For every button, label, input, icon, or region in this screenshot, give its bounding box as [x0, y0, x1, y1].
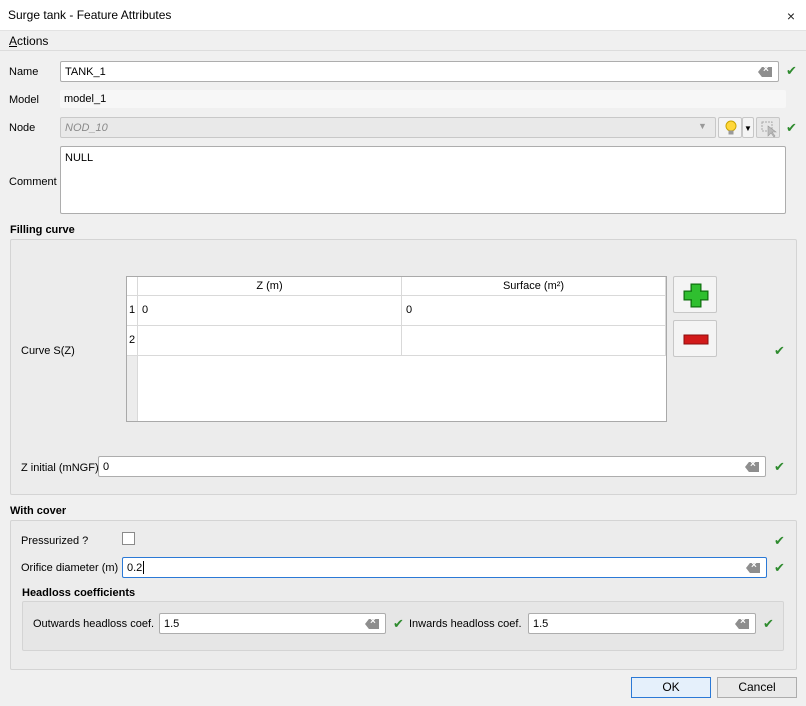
add-row-icon: [683, 283, 709, 308]
outwards-label: Outwards headloss coef.: [33, 618, 155, 630]
menu-actions[interactable]: Actions: [9, 34, 48, 48]
check-icon: ✔: [786, 120, 797, 135]
highlight-menu-button[interactable]: ▼: [742, 117, 754, 138]
window-title: Surge tank - Feature Attributes: [8, 8, 172, 22]
curve-label: Curve S(Z): [21, 345, 75, 357]
identify-node-button[interactable]: [756, 117, 780, 138]
filling-curve-title: Filling curve: [10, 224, 75, 236]
check-icon: ✔: [786, 63, 797, 78]
title-bar: Surge tank - Feature Attributes ×: [0, 0, 806, 31]
z-initial-input[interactable]: 0: [98, 456, 766, 477]
row-header[interactable]: 2: [127, 326, 138, 356]
close-icon[interactable]: ×: [781, 6, 801, 26]
remove-row-icon: [683, 334, 709, 345]
comment-textarea[interactable]: NULL: [60, 146, 786, 214]
clear-icon[interactable]: [365, 619, 379, 629]
inwards-value: 1.5: [533, 617, 549, 630]
model-value: model_1: [64, 93, 107, 105]
chevron-down-icon: ▼: [698, 121, 707, 131]
column-header-z[interactable]: Z (m): [138, 277, 402, 296]
clear-icon[interactable]: [758, 67, 772, 77]
outwards-input[interactable]: 1.5: [159, 613, 386, 634]
check-icon: ✔: [763, 616, 774, 631]
node-combobox[interactable]: NOD_10 ▼: [60, 117, 716, 138]
table-cell[interactable]: 0: [402, 296, 666, 326]
pressurized-label: Pressurized ?: [21, 535, 89, 547]
name-input[interactable]: TANK_1: [60, 61, 779, 82]
menu-actions-label: ctions: [17, 34, 49, 48]
check-icon: ✔: [393, 616, 404, 631]
menu-bar: Actions: [0, 31, 806, 51]
highlight-node-button[interactable]: [718, 117, 742, 138]
inwards-input[interactable]: 1.5: [528, 613, 756, 634]
with-cover-title: With cover: [10, 505, 67, 517]
row-header[interactable]: 1: [127, 296, 138, 326]
z-initial-value: 0: [103, 460, 110, 473]
cancel-button[interactable]: Cancel: [717, 677, 797, 698]
node-label: Node: [9, 122, 36, 134]
headloss-title: Headloss coefficients: [22, 587, 136, 599]
check-icon: ✔: [774, 343, 785, 358]
comment-value: NULL: [65, 152, 94, 164]
comment-label: Comment: [9, 176, 57, 188]
outwards-value: 1.5: [164, 617, 180, 630]
check-icon: ✔: [774, 459, 785, 474]
orifice-label: Orifice diameter (m): [21, 562, 119, 574]
model-field: model_1: [60, 90, 786, 108]
table-cell[interactable]: [138, 326, 402, 356]
name-label: Name: [9, 66, 39, 78]
identify-feature-icon: [761, 121, 777, 138]
inwards-label: Inwards headloss coef.: [409, 618, 522, 630]
z-initial-label: Z initial (mNGF): [21, 462, 99, 474]
check-icon: ✔: [774, 533, 785, 548]
name-value: TANK_1: [65, 65, 106, 78]
orifice-value: 0.2: [127, 561, 143, 574]
table-corner: [127, 277, 138, 296]
chevron-down-icon: ▼: [744, 124, 752, 133]
pressurized-checkbox[interactable]: [122, 532, 135, 545]
clear-icon[interactable]: [746, 563, 760, 573]
ok-button[interactable]: OK: [631, 677, 711, 698]
menu-actions-mnemonic: A: [9, 34, 18, 48]
lightbulb-icon: [725, 120, 737, 135]
model-label: Model: [9, 94, 39, 106]
check-icon: ✔: [774, 560, 785, 575]
node-value: NOD_10: [65, 121, 108, 134]
row-header-filler: [127, 356, 138, 421]
text-cursor: [143, 561, 145, 574]
remove-row-button[interactable]: [673, 320, 717, 357]
column-header-surface[interactable]: Surface (m²): [402, 277, 666, 296]
orifice-input[interactable]: 0.2: [122, 557, 767, 578]
clear-icon[interactable]: [745, 462, 759, 472]
clear-icon[interactable]: [735, 619, 749, 629]
add-row-button[interactable]: [673, 276, 717, 313]
table-cell[interactable]: 0: [138, 296, 402, 326]
curve-table[interactable]: Z (m) Surface (m²) 1 0 0 2: [126, 276, 667, 422]
table-cell[interactable]: [402, 326, 666, 356]
